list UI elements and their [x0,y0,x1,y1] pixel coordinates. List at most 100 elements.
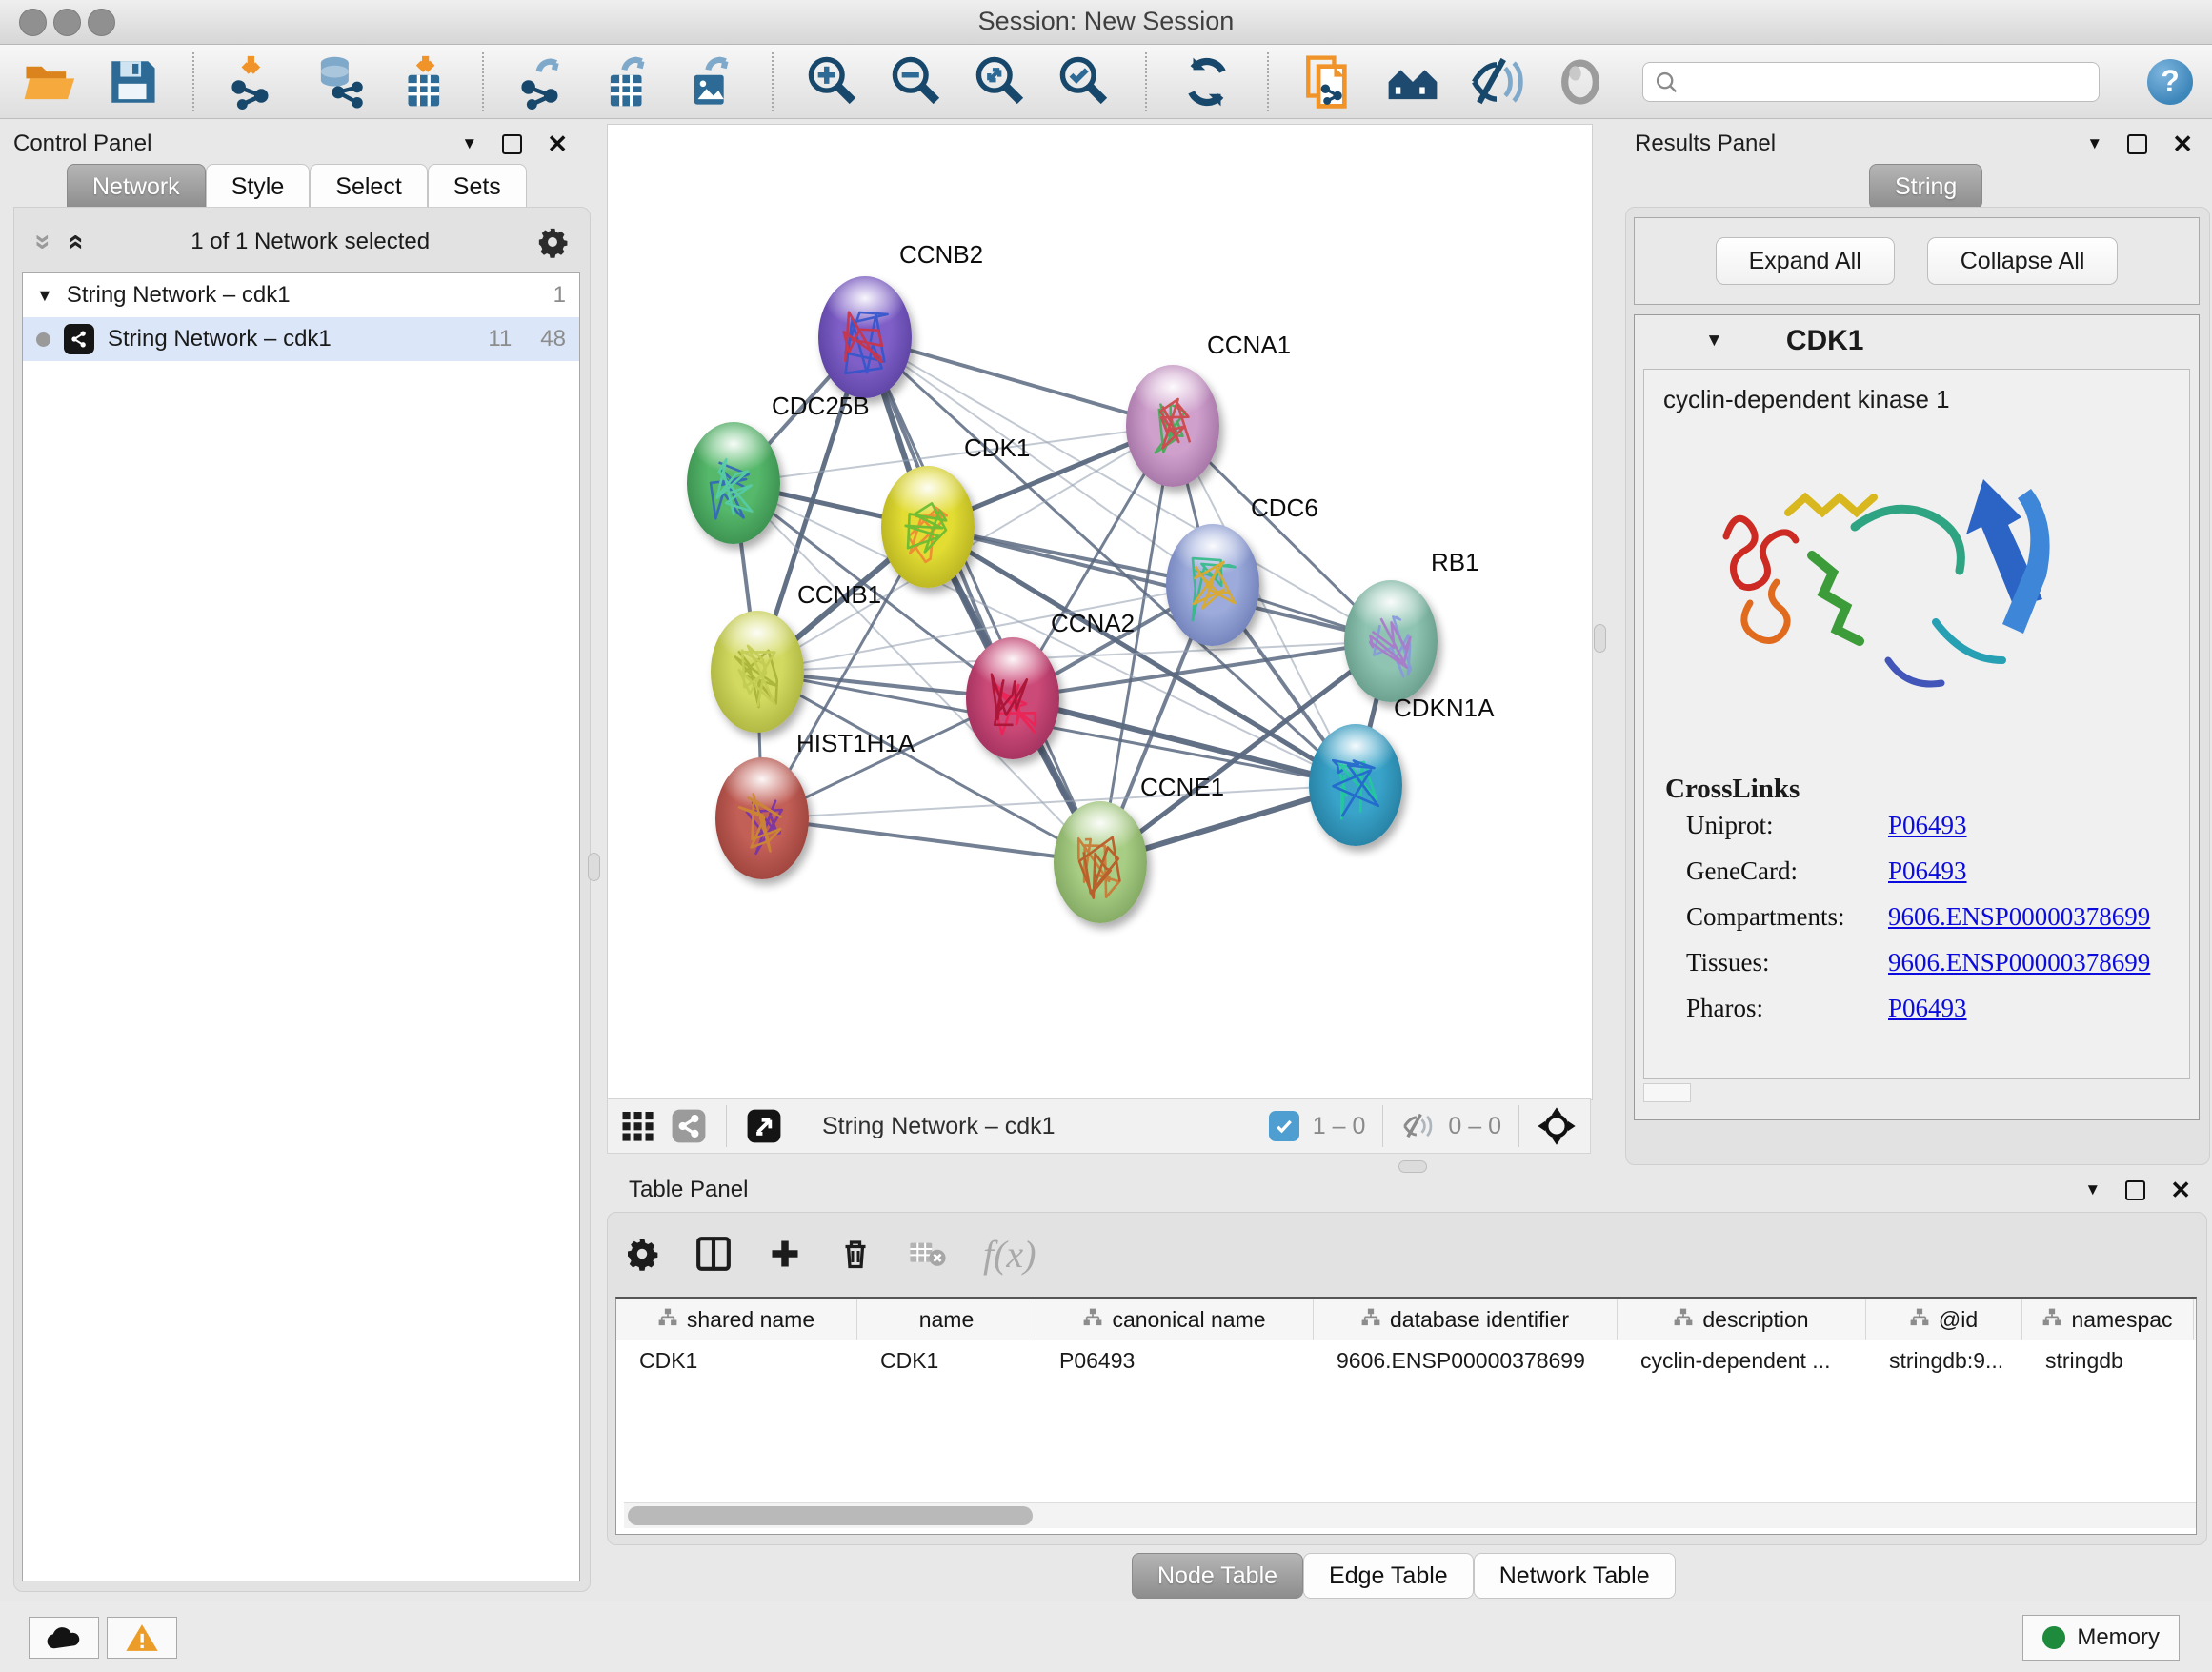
fit-content-crosshair-icon[interactable] [1537,1106,1577,1146]
gene-panel-scrollbar[interactable] [1643,1083,1691,1102]
network-node-CDC6[interactable] [1166,524,1259,646]
birdseye-share-icon[interactable] [671,1108,707,1144]
left-splitter-grip[interactable] [588,853,600,881]
import-network-database-icon[interactable] [309,52,368,111]
search-icon [1654,70,1680,101]
crosslink-link[interactable]: P06493 [1888,994,1967,1023]
results-panel-body: Expand All Collapse All ▼ CDK1 cyclin-de… [1625,207,2210,1165]
network-node-HIST1H1A[interactable] [715,757,809,879]
tab-string[interactable]: String [1869,164,1982,210]
hidden-eye-icon[interactable] [1400,1109,1435,1143]
column-header-namespac[interactable]: namespac [2022,1299,2194,1340]
table-cell[interactable]: cyclin-dependent ... [1618,1340,1866,1380]
crosslink-link[interactable]: P06493 [1888,856,1967,886]
table-panel-body: f(x) shared namenamecanonical namedataba… [607,1212,2207,1545]
bottom-splitter-grip[interactable] [1398,1160,1427,1173]
network-node-CCNA2[interactable] [966,637,1059,759]
table-cell[interactable]: CDK1 [616,1340,857,1380]
export-network-icon[interactable] [514,52,573,111]
tab-style[interactable]: Style [206,164,311,210]
table-row[interactable]: CDK1CDK1P064939606.ENSP00000378699cyclin… [616,1340,2196,1380]
zoom-out-icon[interactable] [888,52,947,111]
zoom-in-icon[interactable] [804,52,863,111]
network-node-CCNA1[interactable] [1126,365,1219,487]
tab-network-table[interactable]: Network Table [1474,1553,1676,1599]
detach-view-icon[interactable] [746,1108,782,1144]
table-cell[interactable]: stringdb [2022,1340,2194,1380]
crosslink-link[interactable]: 9606.ENSP00000378699 [1888,948,2150,977]
clone-network-icon[interactable] [1299,52,1358,111]
network-node-CCNB1[interactable] [711,611,804,733]
warnings-button[interactable] [107,1617,177,1659]
tab-node-table[interactable]: Node Table [1132,1553,1303,1599]
network-node-CDK1[interactable] [881,466,975,588]
collection-expand-icon[interactable]: ▼ [36,286,53,306]
protein-ribbon-thumbnail [1360,605,1421,687]
tab-network[interactable]: Network [67,164,206,210]
import-table-icon[interactable] [392,52,452,111]
add-column-icon[interactable] [768,1237,802,1271]
grid-view-icon[interactable] [621,1109,655,1143]
collapse-all-button[interactable]: Collapse All [1927,237,2119,285]
right-splitter-grip[interactable] [1594,624,1606,653]
close-panel-icon[interactable]: ✕ [2172,130,2193,159]
close-panel-icon[interactable]: ✕ [547,130,568,159]
delete-table-icon [909,1235,947,1273]
column-header-@id[interactable]: @id [1866,1299,2022,1340]
float-panel-icon[interactable] [2127,134,2147,154]
network-node-CDC25B[interactable] [687,422,780,544]
refresh-layout-icon[interactable] [1177,52,1237,111]
float-panel-icon[interactable] [2125,1180,2145,1200]
tab-sets[interactable]: Sets [428,164,527,210]
show-columns-icon[interactable] [695,1236,732,1272]
panel-menu-icon[interactable]: ▼ [461,134,477,153]
scrollbar-thumb[interactable] [628,1506,1033,1525]
table-cell[interactable]: 9606.ENSP00000378699 [1314,1340,1618,1380]
network-options-gear-icon[interactable] [536,226,569,258]
search-input[interactable] [1642,62,2100,102]
float-panel-icon[interactable] [502,134,522,154]
save-session-icon[interactable] [103,52,162,111]
table-cell[interactable]: stringdb:9... [1866,1340,2022,1380]
panel-menu-icon[interactable]: ▼ [2084,1180,2101,1199]
group-nodes-icon[interactable] [1383,52,1442,111]
crosslink-link[interactable]: P06493 [1888,811,1967,840]
close-panel-icon[interactable]: ✕ [2170,1176,2191,1205]
table-cell[interactable]: CDK1 [857,1340,1036,1380]
tab-edge-table[interactable]: Edge Table [1303,1553,1474,1599]
zoom-selected-icon[interactable] [1056,52,1115,111]
network-canvas[interactable]: CCNB2CCNA1CDC25BCDK1CDC6RB1CCNB1CCNA2CDK… [607,124,1593,1100]
memory-button[interactable]: Memory [2022,1615,2180,1661]
open-session-icon[interactable] [19,52,78,111]
tab-select[interactable]: Select [310,164,427,210]
network-node-CCNB2[interactable] [818,276,912,398]
zoom-fit-icon[interactable] [972,52,1031,111]
network-node-CDKN1A[interactable] [1309,724,1402,846]
column-header-database-identifier[interactable]: database identifier [1314,1299,1618,1340]
column-header-description[interactable]: description [1618,1299,1866,1340]
export-image-icon[interactable] [682,52,741,111]
table-horizontal-scrollbar[interactable] [624,1502,2197,1528]
column-header-name[interactable]: name [857,1299,1036,1340]
table-cell[interactable]: P06493 [1036,1340,1314,1380]
network-node-RB1[interactable] [1344,580,1438,702]
crosslink-link[interactable]: 9606.ENSP00000378699 [1888,902,2150,932]
column-header-shared-name[interactable]: shared name [616,1299,857,1340]
hide-selected-icon[interactable] [1467,52,1526,111]
gene-collapse-icon[interactable]: ▼ [1705,331,1723,352]
export-table-icon[interactable] [598,52,657,111]
cloud-status-button[interactable] [29,1617,99,1659]
network-row[interactable]: String Network – cdk1 11 48 [23,317,579,361]
network-node-CCNE1[interactable] [1054,801,1147,923]
delete-column-icon[interactable] [838,1237,873,1271]
import-network-icon[interactable] [225,52,284,111]
help-icon[interactable]: ? [2147,59,2193,105]
panel-menu-icon[interactable]: ▼ [2086,134,2102,153]
column-label: canonical name [1112,1307,1265,1333]
column-header-canonical-name[interactable]: canonical name [1036,1299,1314,1340]
show-all-icon[interactable] [1551,52,1610,111]
expand-all-button[interactable]: Expand All [1716,237,1895,285]
table-options-gear-icon[interactable] [625,1237,659,1271]
selected-nodes-checkbox-icon[interactable] [1269,1111,1299,1141]
network-collection-row[interactable]: ▼ String Network – cdk1 1 [23,273,579,317]
